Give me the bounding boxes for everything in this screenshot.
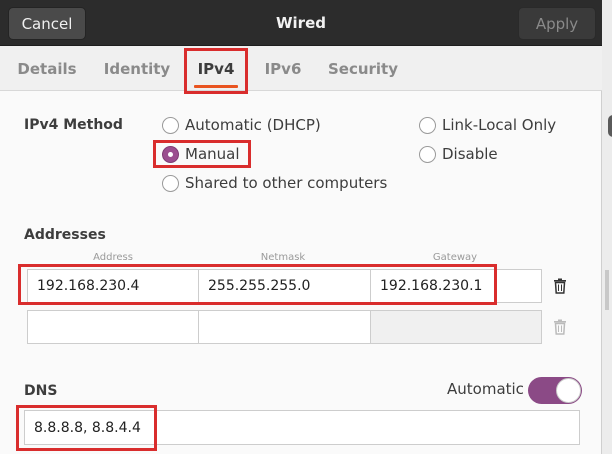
addresses-label: Addresses	[24, 227, 106, 243]
tab-security[interactable]: Security	[324, 46, 402, 91]
address-field-2[interactable]	[27, 310, 199, 344]
cancel-button[interactable]: Cancel	[8, 7, 86, 40]
radio-label: Shared to other computers	[185, 174, 388, 192]
radio-circle	[162, 116, 179, 134]
tab-ipv6[interactable]: IPv6	[258, 46, 308, 91]
radio-disable[interactable]: Disable	[419, 143, 498, 165]
trash-icon	[554, 278, 566, 294]
dns-label: DNS	[24, 383, 58, 399]
background-window-edge	[602, 0, 612, 454]
gateway-field-2	[370, 310, 542, 344]
background-line	[605, 270, 609, 310]
radio-label: Manual	[185, 145, 240, 163]
netmask-field-1[interactable]: 255.255.255.0	[198, 269, 371, 303]
ipv4-method-label: IPv4 Method	[24, 117, 123, 133]
gateway-field-1[interactable]: 192.168.230.1	[370, 269, 542, 303]
radio-label: Disable	[442, 145, 498, 163]
apply-button[interactable]: Apply	[518, 7, 596, 40]
column-header-address: Address	[93, 252, 133, 263]
background-knob	[608, 115, 612, 137]
tab-details[interactable]: Details	[12, 46, 82, 91]
radio-manual[interactable]: Manual	[162, 143, 240, 165]
dns-field[interactable]: 8.8.8.8, 8.8.4.4	[24, 410, 580, 445]
radio-automatic-dhcp[interactable]: Automatic (DHCP)	[162, 114, 321, 136]
delete-address-1-button[interactable]	[542, 269, 578, 303]
tab-bar: Details Identity IPv4 IPv6 Security	[0, 46, 602, 91]
radio-circle	[419, 145, 436, 163]
column-header-netmask: Netmask	[260, 252, 306, 263]
radio-circle-checked	[162, 145, 179, 163]
radio-shared[interactable]: Shared to other computers	[162, 172, 387, 194]
radio-link-local[interactable]: Link-Local Only	[419, 114, 556, 136]
radio-circle	[419, 116, 436, 134]
tab-ipv4[interactable]: IPv4	[190, 46, 242, 91]
delete-address-2-button	[542, 310, 578, 344]
column-header-gateway: Gateway	[432, 252, 478, 263]
radio-label: Automatic (DHCP)	[185, 116, 321, 134]
radio-label: Link-Local Only	[442, 116, 557, 134]
network-settings-dialog: Cancel Wired Apply Details Identity IPv4…	[0, 0, 602, 454]
radio-circle	[162, 174, 179, 192]
header-bar: Cancel Wired Apply	[0, 0, 602, 46]
dns-automatic-label: Automatic	[447, 380, 524, 398]
address-field-1[interactable]: 192.168.230.4	[27, 269, 199, 303]
trash-icon	[554, 319, 566, 335]
dialog-title: Wired	[276, 14, 326, 32]
tab-identity[interactable]: Identity	[98, 46, 176, 91]
dns-automatic-toggle[interactable]	[528, 377, 582, 404]
netmask-field-2[interactable]	[198, 310, 371, 344]
toggle-thumb	[556, 378, 581, 403]
